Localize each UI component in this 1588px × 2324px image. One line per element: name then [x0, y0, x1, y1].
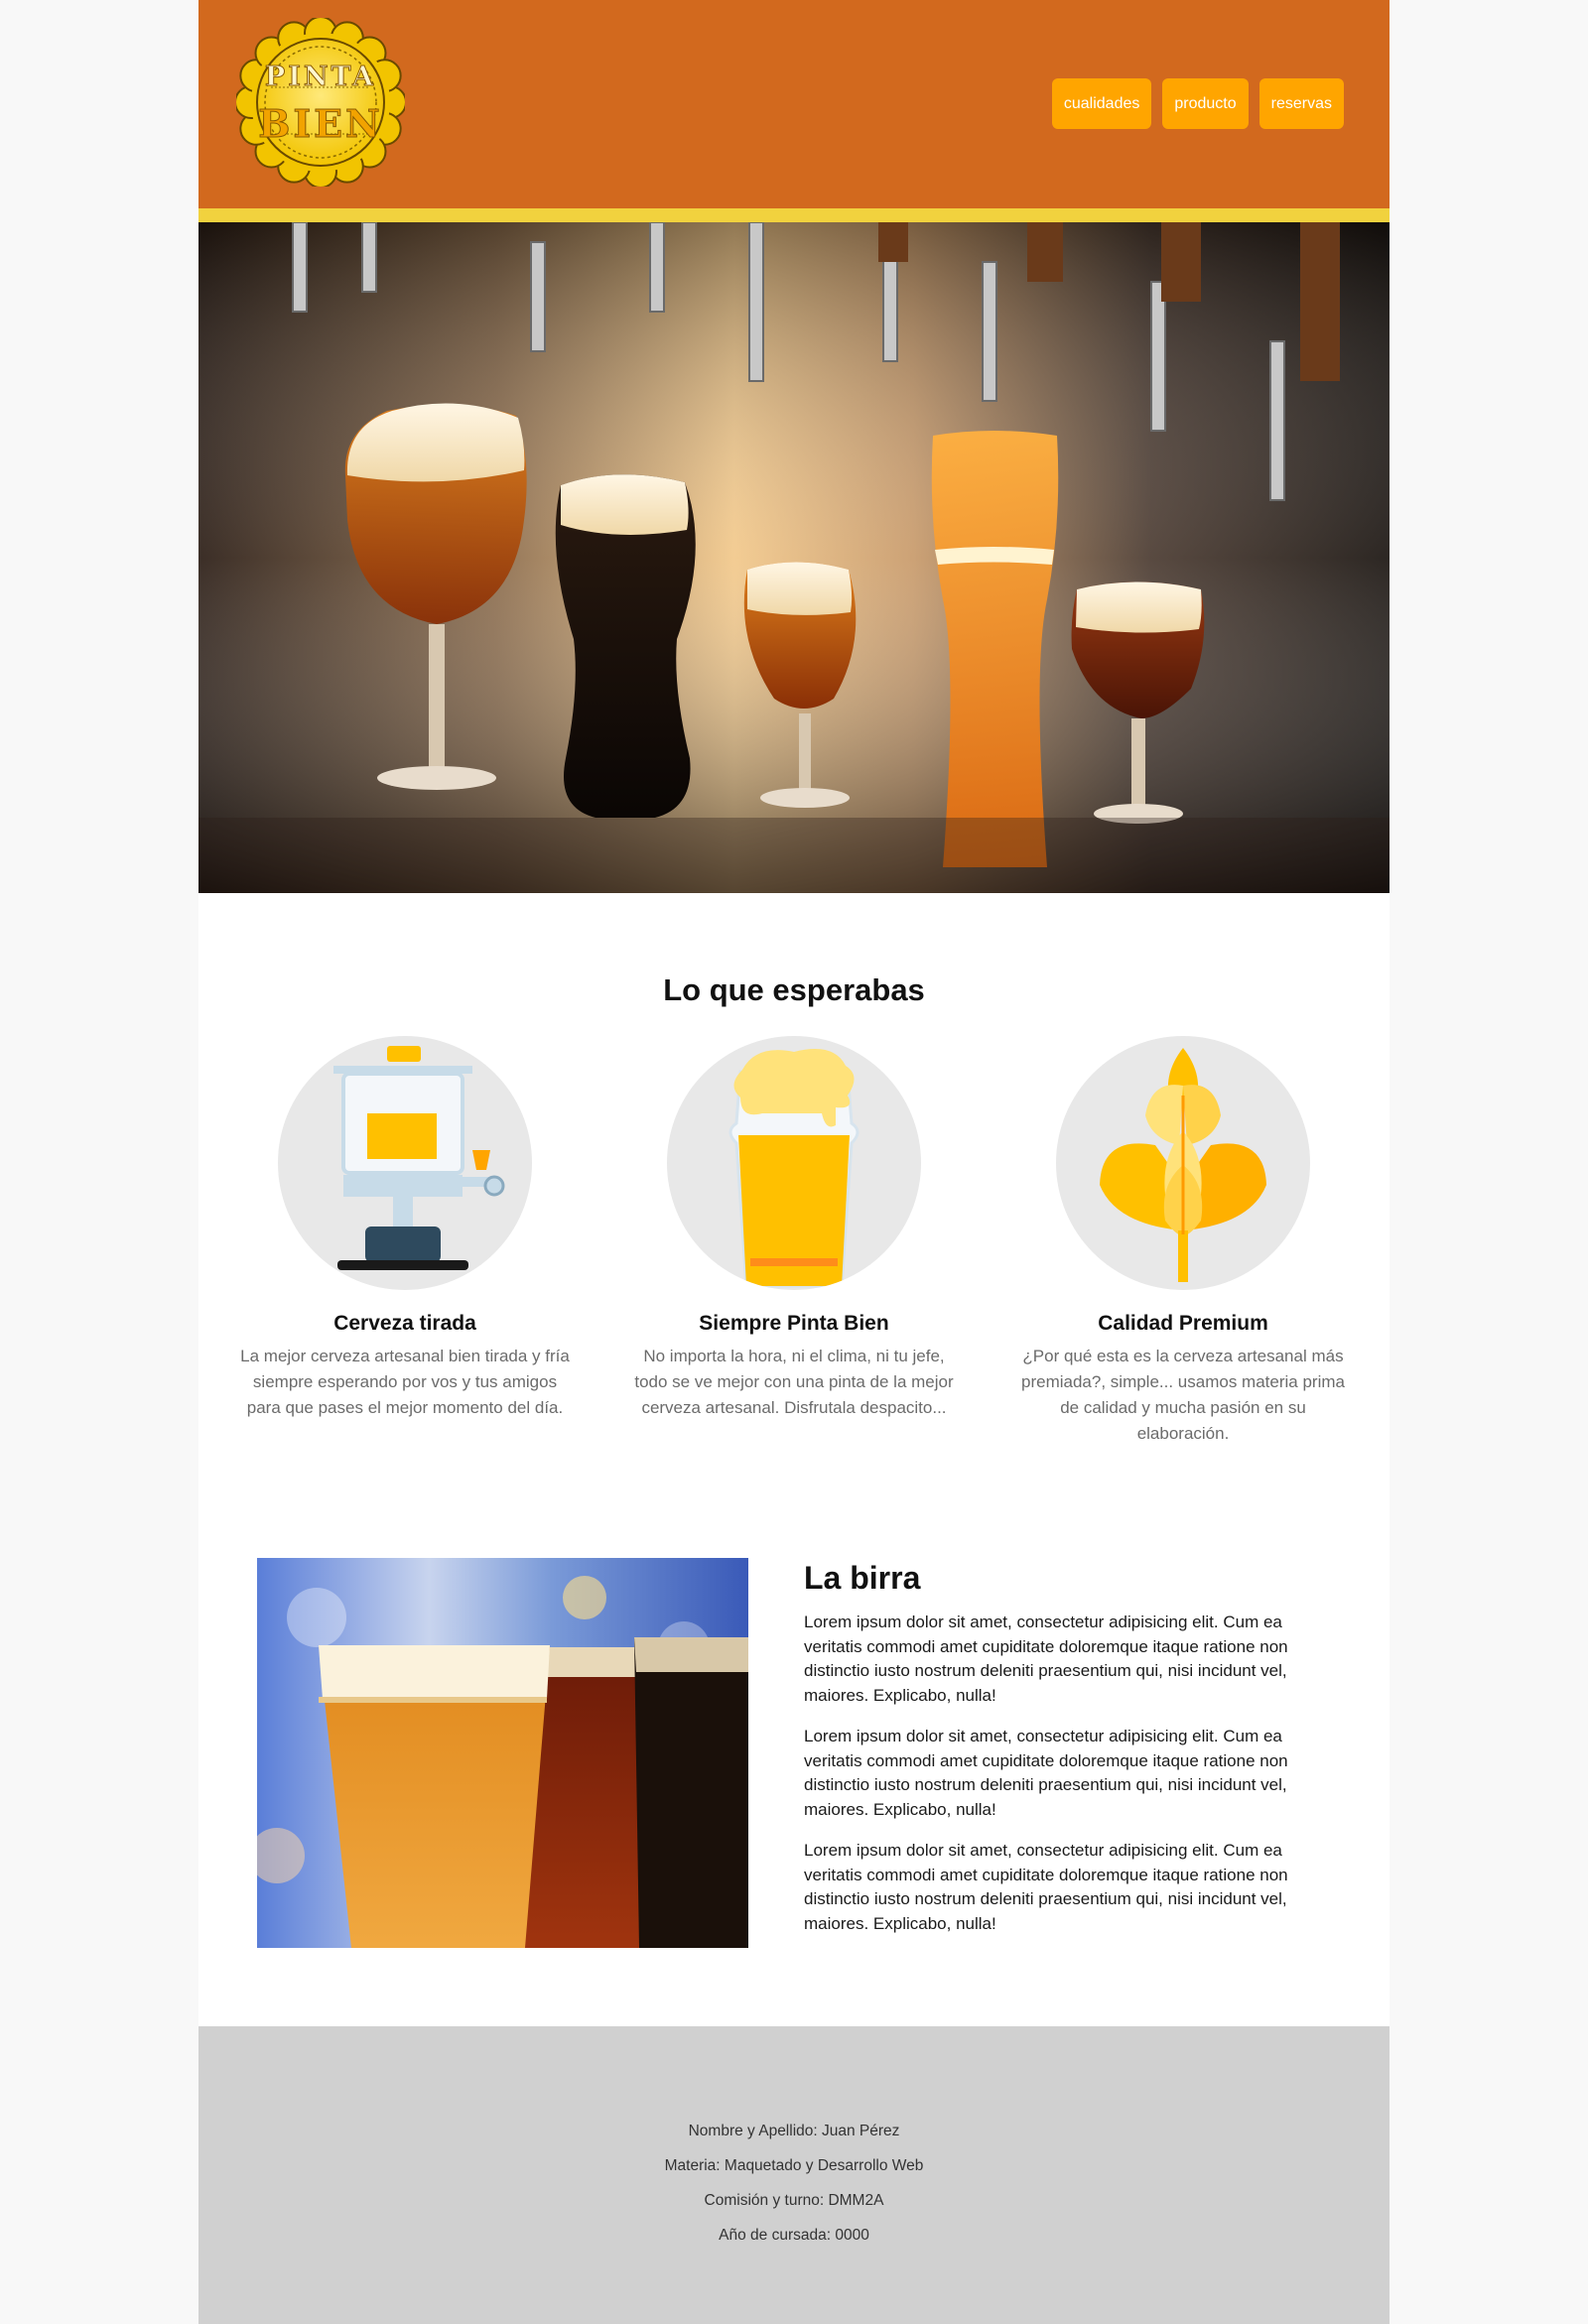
feature-card: Cerveza tirada La mejor cerveza artesana… [236, 1036, 574, 1421]
feature-title: Calidad Premium [1098, 1312, 1268, 1335]
birra-paragraph: Lorem ipsum dolor sit amet, consectetur … [804, 1727, 1288, 1819]
feature-text: ¿Por qué esta es la cerveza artesanal má… [1021, 1347, 1345, 1443]
feature-card: Siempre Pinta Bien No importa la hora, n… [625, 1036, 963, 1421]
birra-paragraph: Lorem ipsum dolor sit amet, consectetur … [804, 1613, 1288, 1705]
logo-text-bien: BIEN [258, 101, 383, 147]
footer-commission: Comisión y turno: DMM2A [704, 2192, 884, 2209]
footer-name: Nombre y Apellido: Juan Pérez [688, 2123, 900, 2139]
site-footer: Nombre y Apellido: Juan Pérez Materia: M… [198, 2026, 1390, 2324]
site-header: PINTA BIEN cualidades producto reservas [198, 0, 1390, 208]
footer-subject: Materia: Maquetado y Desarrollo Web [664, 2157, 924, 2174]
footer-year: Año de cursada: 0000 [719, 2227, 869, 2244]
birra-title: La birra [804, 1560, 921, 1596]
nav-cualidades-button[interactable]: cualidades [1051, 78, 1152, 129]
birra-paragraph: Lorem ipsum dolor sit amet, consectetur … [804, 1841, 1288, 1933]
header-stripe [198, 208, 1390, 222]
feature-card: Calidad Premium ¿Por qué esta es la cerv… [1014, 1036, 1352, 1447]
hero-image-beer-taps [198, 222, 1390, 893]
feature-text: La mejor cerveza artesanal bien tirada y… [240, 1347, 570, 1417]
page: PINTA BIEN cualidades producto reservas [198, 0, 1390, 2324]
beer-keg-icon [278, 1036, 532, 1290]
beer-glasses-image [257, 1558, 748, 1948]
birra-section: La birra Lorem ipsum dolor sit amet, con… [804, 1560, 1340, 1953]
nav-producto-button[interactable]: producto [1162, 78, 1249, 129]
wheat-icon [1056, 1036, 1310, 1290]
feature-title: Cerveza tirada [333, 1312, 476, 1335]
feature-text: No importa la hora, ni el clima, ni tu j… [634, 1347, 954, 1417]
main-nav: cualidades producto reservas [1051, 78, 1344, 129]
logo-text-pinta: PINTA [264, 62, 377, 93]
pint-glass-icon [667, 1036, 921, 1290]
features-title: Lo que esperabas [663, 972, 925, 1007]
feature-title: Siempre Pinta Bien [699, 1312, 889, 1335]
pinta-bien-logo[interactable]: PINTA BIEN [236, 18, 405, 187]
nav-reservas-button[interactable]: reservas [1258, 78, 1344, 129]
